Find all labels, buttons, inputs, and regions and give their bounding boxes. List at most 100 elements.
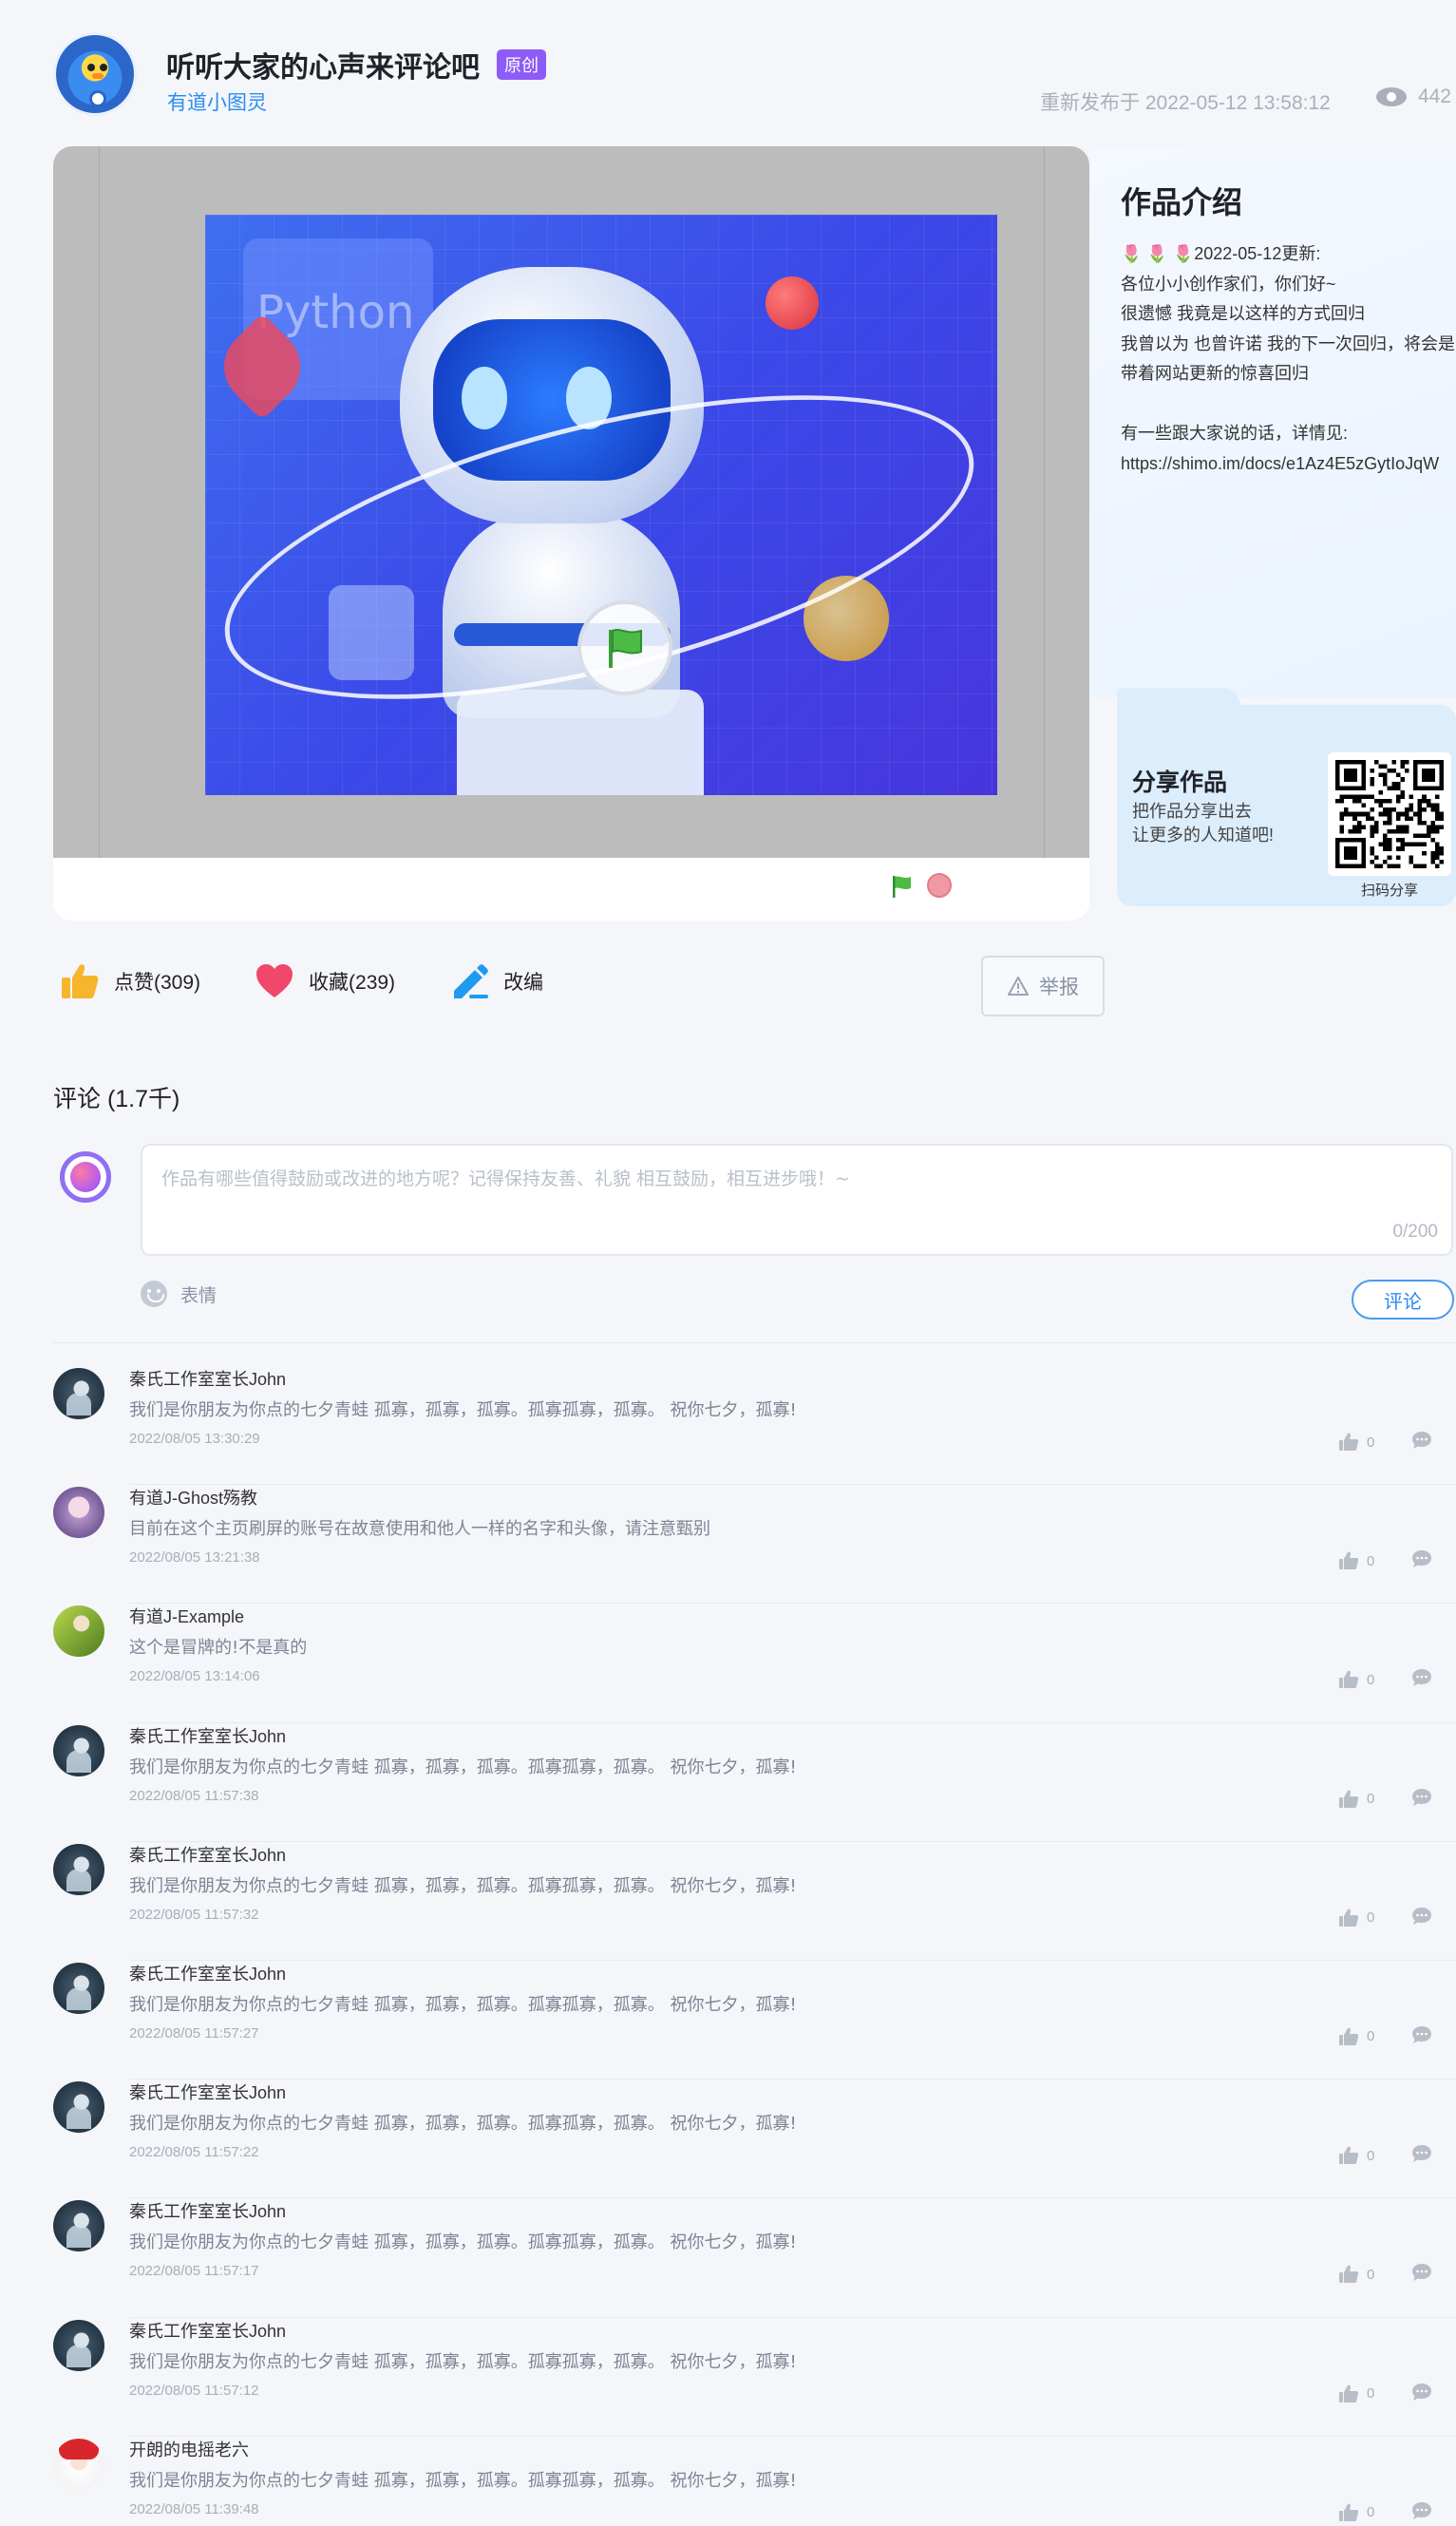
comment-like-count: 0 [1367, 2028, 1375, 2045]
comment-like-button[interactable]: 0 [1338, 2503, 1374, 2522]
remix-button[interactable]: 改编 [448, 960, 543, 1002]
reply-bubble-icon[interactable] [1411, 2144, 1432, 2163]
reply-bubble-icon[interactable] [1411, 2025, 1432, 2044]
commenter-avatar[interactable] [53, 2438, 104, 2490]
commenter-avatar[interactable] [53, 1368, 104, 1419]
comment-item: 秦氏工作室室长John 我们是你朋友为你点的七夕青蛙 孤寡，孤寡，孤寡。孤寡孤寡，… [53, 2080, 1456, 2199]
comment-item: 秦氏工作室室长John 我们是你朋友为你点的七夕青蛙 孤寡，孤寡，孤寡。孤寡孤寡，… [53, 1723, 1456, 1842]
thumbs-up-icon [1339, 1433, 1359, 1451]
comment-item: 开朗的电摇老六我们是你朋友为你点的七夕青蛙 孤寡，孤寡，孤寡。孤寡孤寡，孤寡。 … [53, 2437, 1456, 2526]
thumbs-up-icon [1339, 1790, 1359, 1808]
comment-item: 有道J-Ghost殇教目前在这个主页刷屏的账号在故意使用和他人一样的名字和头像，… [53, 1485, 1456, 1605]
comment-item: 秦氏工作室室长John 我们是你朋友为你点的七夕青蛙 孤寡，孤寡，孤寡。孤寡孤寡，… [53, 2318, 1456, 2437]
commenter-name[interactable]: 有道J-Example [129, 1604, 244, 1628]
intro-link[interactable]: https://shimo.im/docs/e1Az4E5zGytIoJqW [1121, 449, 1456, 480]
commenter-avatar[interactable] [53, 2319, 104, 2371]
comment-text: 我们是你朋友为你点的七夕青蛙 孤寡，孤寡，孤寡。孤寡孤寡，孤寡。 祝你七夕，孤寡… [129, 2232, 797, 2253]
comment-text: 我们是你朋友为你点的七夕青蛙 孤寡，孤寡，孤寡。孤寡孤寡，孤寡。 祝你七夕，孤寡… [129, 2114, 797, 2135]
comment-like-button[interactable]: 0 [1338, 2265, 1374, 2284]
reply-bubble-icon[interactable] [1411, 2501, 1432, 2520]
commenter-avatar[interactable] [53, 1487, 104, 1539]
commenter-avatar[interactable] [53, 1962, 104, 2014]
share-line: 把作品分享出去 [1132, 802, 1252, 821]
stage-area[interactable]: Python [53, 146, 1089, 858]
commenter-name[interactable]: 秦氏工作室室长John [129, 1842, 286, 1867]
thumbs-up-icon [1339, 1909, 1359, 1927]
submit-comment-button[interactable]: 评论 [1352, 1280, 1454, 1320]
reply-bubble-icon[interactable] [1411, 1549, 1432, 1568]
reply-bubble-icon[interactable] [1411, 1788, 1432, 1807]
commenter-name[interactable]: 有道J-Ghost殇教 [129, 1485, 257, 1510]
commenter-name[interactable]: 秦氏工作室室长John [129, 2198, 286, 2223]
share-subtitle: 把作品分享出去 让更多的人知道吧! [1132, 800, 1303, 847]
green-flag-icon [893, 876, 911, 898]
publish-info: 重新发布于 2022-05-12 13:58:12 [1040, 92, 1331, 114]
like-button[interactable]: 点赞(309) [59, 960, 200, 1002]
comment-item: 秦氏工作室室长John 我们是你朋友为你点的七夕青蛙 孤寡，孤寡，孤寡。孤寡孤寡，… [53, 1961, 1456, 2080]
commenter-name[interactable]: 秦氏工作室室长John [129, 2080, 286, 2104]
comment-text: 我们是你朋友为你点的七夕青蛙 孤寡，孤寡，孤寡。孤寡孤寡，孤寡。 祝你七夕，孤寡… [129, 1400, 797, 1420]
stop-icon[interactable] [927, 873, 952, 898]
intro-line: 有一些跟大家说的话，详情见: [1121, 424, 1348, 443]
thumbs-up-icon [1339, 2265, 1359, 2284]
reply-bubble-icon[interactable] [1411, 1431, 1432, 1450]
commenter-name[interactable]: 秦氏工作室室长John [129, 1723, 286, 1748]
reply-bubble-icon[interactable] [1411, 1907, 1432, 1926]
commenter-avatar[interactable] [53, 1605, 104, 1658]
intro-body: 🌷 🌷 🌷2022-05-12更新: 各位小小创作家们，你们好~ 很遗憾 我竟是… [1121, 239, 1456, 479]
comment-time: 2022/08/05 11:39:48 [129, 2500, 259, 2517]
intro-line: 各位小小创作家们，你们好~ [1121, 274, 1336, 294]
comment-like-button[interactable]: 0 [1338, 1670, 1374, 1689]
comment-like-button[interactable]: 0 [1338, 2027, 1374, 2046]
report-button[interactable]: 举报 [981, 956, 1105, 1016]
current-user-avatar [60, 1151, 111, 1203]
comment-like-button[interactable]: 0 [1338, 2146, 1374, 2165]
comment-text: 我们是你朋友为你点的七夕青蛙 孤寡，孤寡，孤寡。孤寡孤寡，孤寡。 祝你七夕，孤寡… [129, 2470, 797, 2491]
comment-like-button[interactable]: 0 [1338, 1551, 1374, 1570]
comment-like-count: 0 [1367, 1671, 1375, 1688]
divider [53, 1342, 1456, 1343]
comment-text: 目前在这个主页刷屏的账号在故意使用和他人一样的名字和头像，请注意甄别 [129, 1519, 710, 1540]
author-avatar[interactable] [53, 32, 137, 116]
comment-input[interactable]: 作品有哪些值得鼓励或改进的地方呢？记得保持友善、礼貌 相互鼓励，相互进步哦！~ … [141, 1144, 1453, 1256]
qr-code [1328, 752, 1451, 876]
commenter-name[interactable]: 秦氏工作室室长John [129, 2318, 286, 2343]
comment-time: 2022/08/05 11:57:32 [129, 1906, 259, 1923]
original-tag: 原创 [497, 49, 546, 80]
commenter-avatar[interactable] [53, 2081, 104, 2134]
reply-bubble-icon[interactable] [1411, 1668, 1432, 1687]
comment-like-button[interactable]: 0 [1338, 1790, 1374, 1809]
comment-time: 2022/08/05 13:30:29 [129, 1431, 260, 1447]
comment-like-count: 0 [1367, 2147, 1375, 2164]
reply-bubble-icon[interactable] [1411, 2383, 1432, 2402]
favorite-button[interactable]: 收藏(239) [254, 960, 395, 1002]
comment-text: 我们是你朋友为你点的七夕青蛙 孤寡，孤寡，孤寡。孤寡孤寡，孤寡。 祝你七夕，孤寡… [129, 1875, 797, 1896]
emoji-button[interactable]: 表情 [141, 1281, 217, 1307]
author-name-link[interactable]: 有道小图灵 [167, 87, 267, 116]
report-label: 举报 [1039, 977, 1079, 998]
start-overlay-button[interactable] [577, 600, 672, 695]
comment-item: 秦氏工作室室长John 我们是你朋友为你点的七夕青蛙 孤寡，孤寡，孤寡。孤寡孤寡，… [53, 1842, 1456, 1961]
comment-like-button[interactable]: 0 [1338, 2384, 1374, 2403]
thumbs-up-icon [1339, 2503, 1359, 2521]
commenter-name[interactable]: 秦氏工作室室长John [129, 1366, 286, 1391]
commenter-avatar[interactable] [53, 2200, 104, 2252]
smiley-icon [141, 1281, 167, 1307]
commenter-avatar[interactable] [53, 1724, 104, 1776]
comment-like-button[interactable]: 0 [1338, 1909, 1374, 1928]
commenter-name[interactable]: 开朗的电摇老六 [129, 2437, 249, 2461]
reply-bubble-icon[interactable] [1411, 2263, 1432, 2282]
cover-image: Python [205, 215, 997, 795]
commenter-avatar[interactable] [53, 1843, 104, 1895]
share-panel: 分享作品 把作品分享出去 让更多的人知道吧! 扫码分享 [1117, 688, 1456, 906]
comment-placeholder: 作品有哪些值得鼓励或改进的地方呢？记得保持友善、礼貌 相互鼓励，相互进步哦！~ [161, 1168, 850, 1189]
stage-controls [53, 858, 1089, 921]
run-button[interactable] [887, 872, 916, 901]
commenter-name[interactable]: 秦氏工作室室长John [129, 1961, 286, 1985]
comment-like-button[interactable]: 0 [1338, 1433, 1374, 1452]
comment-item: 秦氏工作室室长John 我们是你朋友为你点的七夕青蛙 孤寡，孤寡，孤寡。孤寡孤寡，… [53, 1366, 1456, 1486]
thumbs-up-icon [1339, 1551, 1359, 1570]
eye-icon [1376, 87, 1407, 106]
heart-icon [256, 964, 293, 997]
like-label: 点赞(309) [114, 972, 201, 994]
